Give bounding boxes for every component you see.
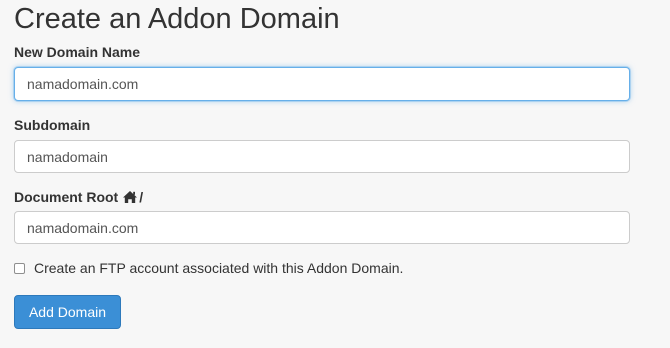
document-root-slash: / [139, 189, 144, 205]
home-icon [122, 190, 138, 204]
subdomain-label-text: Subdomain [14, 117, 91, 133]
subdomain-label: Subdomain [14, 116, 90, 134]
new-domain-label: New Domain Name [14, 43, 140, 61]
add-domain-button[interactable]: Add Domain [14, 295, 121, 329]
page-title: Create an Addon Domain [14, 3, 340, 35]
ftp-checkbox-label: Create an FTP account associated with th… [34, 260, 404, 276]
subdomain-input[interactable] [14, 140, 630, 173]
ftp-checkbox-row[interactable]: Create an FTP account associated with th… [14, 260, 403, 276]
new-domain-input[interactable] [14, 67, 630, 101]
document-root-label-text: Document Root [14, 189, 119, 205]
document-root-input[interactable] [14, 211, 630, 244]
new-domain-label-text: New Domain Name [14, 44, 141, 60]
ftp-checkbox[interactable] [14, 262, 25, 274]
document-root-label: Document Root / [14, 188, 143, 206]
